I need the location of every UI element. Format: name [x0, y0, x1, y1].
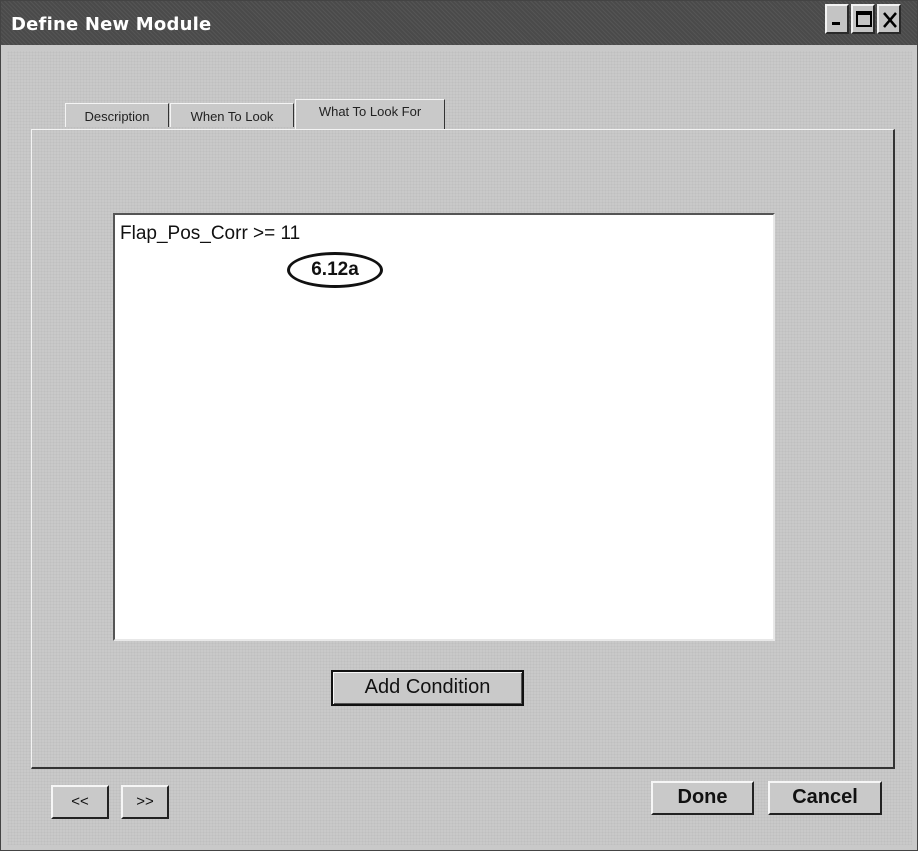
- minimize-icon: [832, 22, 840, 25]
- tab-when-to-look[interactable]: When To Look: [170, 103, 294, 127]
- conditions-listbox[interactable]: Flap_Pos_Corr >= 11 6.12a: [113, 213, 775, 641]
- close-button[interactable]: [877, 4, 901, 34]
- minimize-button[interactable]: [825, 4, 849, 34]
- maximize-button[interactable]: [851, 4, 875, 34]
- close-icon: [883, 12, 897, 28]
- title-bar[interactable]: Define New Module: [1, 1, 917, 45]
- condition-item[interactable]: Flap_Pos_Corr >= 11: [120, 223, 300, 245]
- previous-button[interactable]: <<: [51, 785, 109, 819]
- tab-what-to-look-for[interactable]: What To Look For: [295, 99, 445, 129]
- cancel-button[interactable]: Cancel: [768, 781, 882, 815]
- add-condition-button[interactable]: Add Condition: [331, 670, 524, 706]
- next-button[interactable]: >>: [121, 785, 169, 819]
- annotation-label: 6.12a: [287, 252, 383, 288]
- tab-description[interactable]: Description: [65, 103, 169, 127]
- window-title: Define New Module: [11, 14, 212, 35]
- done-button[interactable]: Done: [651, 781, 754, 815]
- maximize-icon: [856, 11, 872, 27]
- define-module-window: Define New Module Description When To Lo…: [0, 0, 918, 851]
